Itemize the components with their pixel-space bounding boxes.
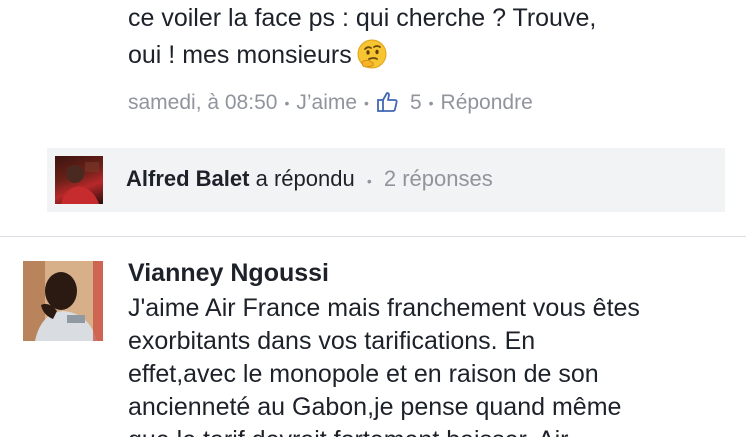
comment-line: oui ! mes monsieurs <box>128 37 728 74</box>
reply-button[interactable]: Répondre <box>441 88 533 118</box>
view-replies-row[interactable]: Alfred Balet a répondu • 2 réponses <box>47 148 725 212</box>
separator-dot: • <box>428 95 434 111</box>
avatar[interactable] <box>23 261 103 341</box>
comments-feed: ce voiler la face ps : qui cherche ? Tro… <box>0 0 746 437</box>
comment-line: effet,avec le monopole et en raison de s… <box>128 360 599 388</box>
separator-dot: • <box>284 95 290 111</box>
reply-action: a répondu <box>255 166 355 191</box>
comment-meta: samedi, à 08:50 • J’aime • 5 • Répondre <box>128 88 533 118</box>
separator-dot: • <box>364 95 369 111</box>
thumbs-up-icon[interactable] <box>376 90 400 114</box>
comment-line: ancienneté au Gabon,je pense quand même <box>128 393 622 421</box>
comment-line: que le tarif devrait fortement baisser. … <box>128 424 738 437</box>
thinking-face-emoji-icon <box>357 39 387 69</box>
like-count[interactable]: 5 <box>410 88 422 118</box>
comment-body: J'aime Air France mais franchement vous … <box>128 292 738 437</box>
comment-body: ce voiler la face ps : qui cherche ? Tro… <box>128 0 728 74</box>
divider <box>0 236 746 237</box>
comment-line: exorbitants dans vos tarifications. En <box>128 327 536 355</box>
reply-count[interactable]: 2 réponses <box>384 166 493 191</box>
avatar[interactable] <box>55 156 103 204</box>
avatar-image <box>23 261 103 341</box>
reply-author-name[interactable]: Alfred Balet <box>126 166 249 191</box>
like-button[interactable]: J’aime <box>296 88 357 118</box>
comment-line: ce voiler la face ps : qui cherche ? Tro… <box>128 4 597 32</box>
replies-summary[interactable]: Alfred Balet a répondu • 2 réponses <box>126 164 493 196</box>
comment-line-text: oui ! mes monsieurs <box>128 41 352 69</box>
avatar-image <box>61 162 99 204</box>
separator-dot: • <box>366 173 372 189</box>
comment-author-name[interactable]: Vianney Ngoussi <box>128 256 329 290</box>
comment-line: J'aime Air France mais franchement vous … <box>128 294 640 322</box>
comment-timestamp[interactable]: samedi, à 08:50 <box>128 88 277 118</box>
